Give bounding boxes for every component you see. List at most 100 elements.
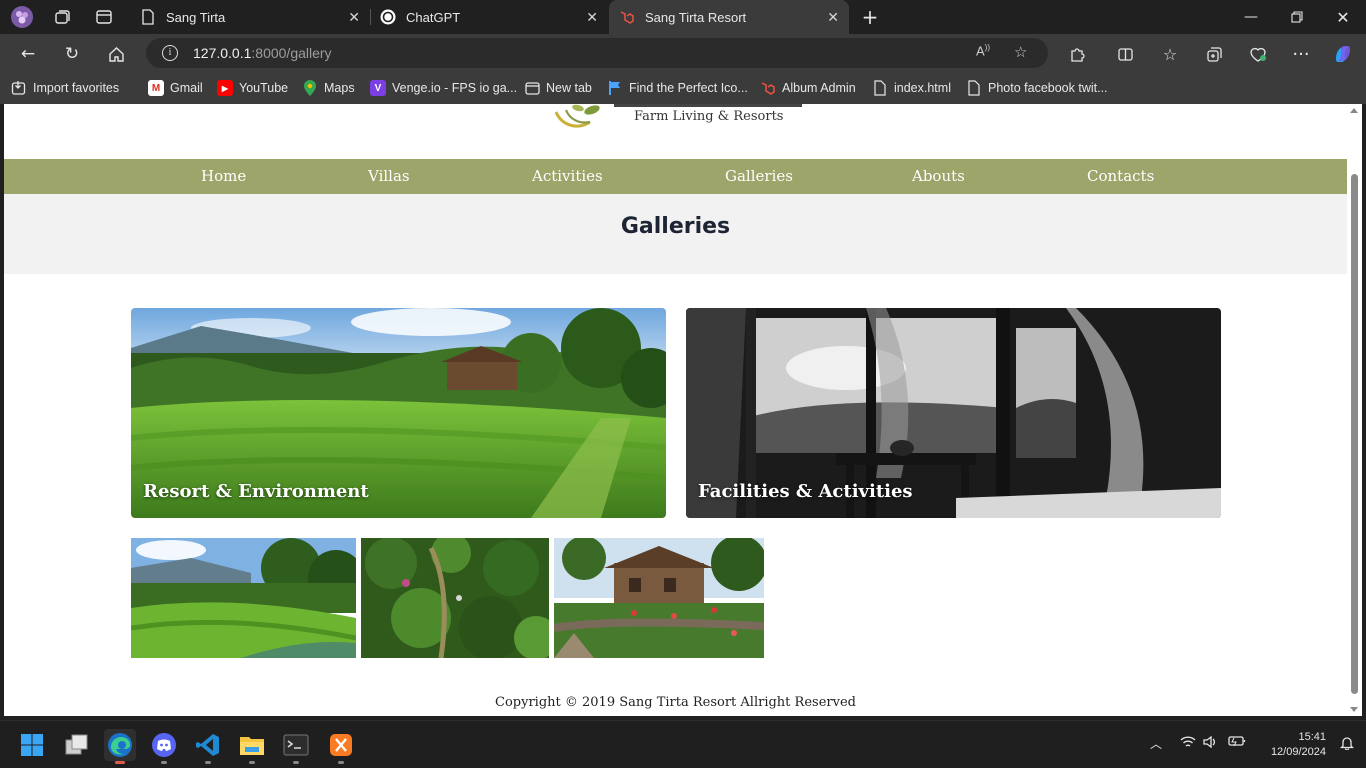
site-info-icon[interactable]: i — [162, 45, 178, 61]
gallery-thumbnail[interactable] — [131, 538, 356, 658]
tab-chatgpt[interactable]: ChatGPT ✕ — [370, 0, 608, 34]
collections-icon[interactable] — [1201, 41, 1227, 67]
minimize-icon[interactable]: — — [1228, 0, 1274, 34]
favorites-bar: Import favorites M Gmail ▶ YouTube Maps … — [0, 72, 1366, 104]
split-screen-icon[interactable] — [1112, 41, 1138, 67]
close-window-icon[interactable]: ✕ — [1320, 0, 1366, 34]
favorite-new-tab[interactable]: New tab — [524, 79, 592, 97]
scroll-up-icon[interactable] — [1350, 108, 1358, 113]
tab-title: Sang Tirta Resort — [645, 9, 747, 25]
gallery-thumbnail[interactable] — [361, 538, 549, 658]
start-icon[interactable] — [16, 729, 48, 761]
terminal-icon[interactable] — [280, 729, 312, 764]
vscode-icon[interactable] — [192, 729, 224, 764]
home-icon[interactable] — [103, 41, 129, 67]
scrollbar-thumb[interactable] — [1351, 174, 1358, 694]
main-nav: Home Villas Activities Galleries Abouts … — [4, 159, 1347, 194]
page-scrollbar[interactable] — [1347, 104, 1362, 716]
favorite-star-icon[interactable]: ☆ — [1014, 43, 1027, 61]
window-frame — [1362, 104, 1366, 716]
laravel-icon — [619, 9, 635, 25]
xampp-icon[interactable] — [325, 729, 357, 764]
refresh-icon[interactable]: ↻ — [59, 41, 85, 67]
file-explorer-icon[interactable] — [236, 729, 268, 764]
rice-field-image — [131, 538, 356, 658]
youtube-icon: ▶ — [217, 80, 233, 96]
tab-title: Sang Tirta — [166, 9, 226, 25]
running-app-indicator — [249, 761, 255, 764]
favorite-gmail[interactable]: M Gmail — [148, 79, 203, 97]
gallery-card-resort-environment[interactable]: Resort & Environment — [131, 308, 666, 518]
flag-icon — [607, 80, 623, 96]
site-header: Farm Living & Resorts — [4, 104, 1347, 159]
copilot-icon[interactable] — [1330, 41, 1356, 67]
more-menu-icon[interactable]: ··· — [1288, 41, 1314, 67]
clock-date: 12/09/2024 — [1270, 746, 1326, 758]
new-tab-icon[interactable]: + — [858, 5, 882, 29]
favorites-icon[interactable]: ☆ — [1157, 41, 1183, 67]
url-text[interactable]: 127.0.0.1:8000/gallery — [193, 45, 332, 61]
favorite-venge[interactable]: V Venge.io - FPS io ga... — [370, 79, 517, 97]
favorite-youtube[interactable]: ▶ YouTube — [217, 79, 288, 97]
browser-essentials-icon[interactable] — [1245, 41, 1271, 67]
tab-sang-tirta[interactable]: Sang Tirta ✕ — [130, 0, 370, 34]
wifi-icon[interactable] — [1180, 735, 1196, 753]
extensions-icon[interactable] — [1064, 41, 1090, 67]
system-clock[interactable]: 15:41 12/09/2024 — [1258, 730, 1326, 760]
new-tab-page-icon — [524, 80, 540, 96]
card-title: Resort & Environment — [143, 481, 369, 502]
back-icon[interactable]: ← — [15, 41, 41, 67]
close-icon[interactable]: ✕ — [348, 9, 360, 26]
clock-time: 15:41 — [1298, 731, 1326, 743]
file-icon — [872, 80, 888, 96]
nav-galleries[interactable]: Galleries — [725, 167, 793, 185]
card-title: Facilities & Activities — [698, 481, 913, 502]
running-app-indicator — [338, 761, 344, 764]
logo-underline — [614, 104, 802, 107]
page-icon — [140, 9, 156, 25]
favorite-index-html[interactable]: index.html — [872, 79, 951, 97]
task-view-icon[interactable] — [61, 729, 93, 761]
restore-icon[interactable] — [1274, 0, 1320, 34]
volume-icon[interactable] — [1203, 735, 1217, 753]
running-app-indicator — [161, 761, 167, 764]
nav-abouts[interactable]: Abouts — [912, 167, 965, 185]
nav-contacts[interactable]: Contacts — [1087, 167, 1154, 185]
workspaces-icon[interactable] — [50, 5, 74, 29]
favorite-find-icon[interactable]: Find the Perfect Ico... — [607, 79, 748, 97]
show-hidden-icons-icon[interactable]: ︿ — [1150, 735, 1162, 752]
nav-villas[interactable]: Villas — [368, 167, 410, 185]
read-aloud-icon[interactable]: A)) — [976, 43, 990, 58]
running-app-indicator — [293, 761, 299, 764]
gallery-card-facilities-activities[interactable]: Facilities & Activities — [686, 308, 1221, 518]
running-app-indicator — [205, 761, 211, 764]
favorite-album-admin[interactable]: Album Admin — [760, 79, 856, 97]
windows-taskbar: ︿ 15:41 12/09/2024 — [0, 720, 1366, 768]
gallery-thumbnail[interactable] — [554, 538, 764, 658]
villa-garden-image — [554, 538, 764, 658]
address-bar-row: ← ↻ i 127.0.0.1:8000/gallery A)) ☆ ☆ ··· — [0, 34, 1366, 72]
notifications-bell-icon[interactable] — [1339, 735, 1355, 754]
favorite-import[interactable]: Import favorites — [11, 79, 119, 97]
scroll-down-icon[interactable] — [1350, 707, 1358, 712]
close-icon[interactable]: ✕ — [827, 9, 839, 26]
discord-icon[interactable] — [148, 729, 180, 764]
tab-title: ChatGPT — [406, 9, 461, 25]
profile-avatar-icon[interactable] — [10, 5, 34, 29]
battery-icon[interactable] — [1228, 735, 1246, 751]
footer-copyright: Copyright © 2019 Sang Tirta Resort Allri… — [495, 695, 856, 710]
page-banner: Galleries — [4, 194, 1347, 274]
tab-sang-tirta-resort[interactable]: Sang Tirta Resort ✕ — [609, 0, 849, 34]
nav-home[interactable]: Home — [201, 167, 246, 185]
import-icon — [11, 80, 27, 96]
nav-activities[interactable]: Activities — [532, 167, 603, 185]
favorite-photo-facebook[interactable]: Photo facebook twit... — [966, 79, 1108, 97]
edge-icon[interactable] — [104, 729, 136, 764]
logo-leaf-icon — [554, 104, 600, 128]
vertical-tabs-icon[interactable] — [92, 5, 116, 29]
laravel-icon — [760, 80, 776, 96]
logo-tagline: Farm Living & Resorts — [634, 109, 784, 124]
favorite-maps[interactable]: Maps — [302, 79, 355, 97]
close-icon[interactable]: ✕ — [586, 9, 598, 26]
address-field[interactable]: i 127.0.0.1:8000/gallery A)) ☆ — [146, 38, 1048, 68]
